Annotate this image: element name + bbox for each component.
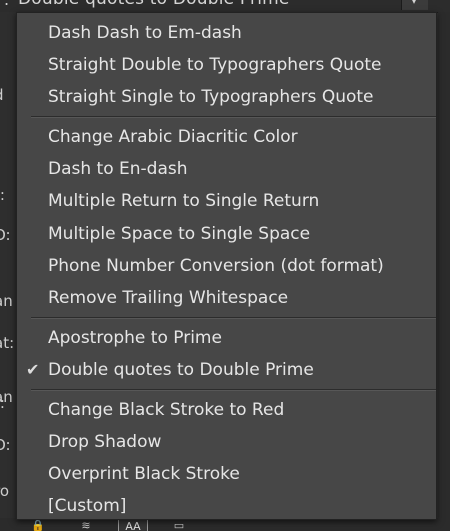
menu-separator <box>31 389 436 391</box>
menu-item[interactable]: Dash to En-dash <box>17 153 436 185</box>
menu-item[interactable]: Multiple Return to Single Return <box>17 185 436 217</box>
menu-item-label: Multiple Space to Single Space <box>48 224 311 244</box>
menu-item-selected[interactable]: ✔ Double quotes to Double Prime <box>17 354 436 386</box>
menu-item-label: Double quotes to Double Prime <box>48 360 314 380</box>
menu-item[interactable]: Remove Trailing Whitespace <box>17 282 436 314</box>
background-label: ro <box>0 482 10 500</box>
menu-item-label: Drop Shadow <box>48 432 162 452</box>
menu-separator <box>31 116 436 118</box>
menu-item[interactable]: Drop Shadow <box>17 426 436 458</box>
menu-item[interactable]: Dash Dash to Em-dash <box>17 17 436 49</box>
menu-item[interactable]: Multiple Space to Single Space <box>17 218 436 250</box>
background-label: at: <box>0 334 15 352</box>
menu-item-label: Dash Dash to Em-dash <box>48 23 242 43</box>
menu-separator <box>31 317 436 319</box>
menu-item[interactable]: Phone Number Conversion (dot format) <box>17 250 436 282</box>
menu-item[interactable]: Overprint Black Stroke <box>17 458 436 490</box>
menu-item-label: [Custom] <box>48 496 127 516</box>
background-label: O: <box>0 226 11 244</box>
background-label: t: <box>0 394 5 412</box>
menu-item[interactable]: Change Black Stroke to Red <box>17 394 436 426</box>
saved-query-dropdown-menu: Dash Dash to Em-dash Straight Double to … <box>16 12 437 520</box>
app-window: . Double quotes to Double Prime ▾ d t: O… <box>0 0 450 531</box>
menu-item[interactable]: Apostrophe to Prime <box>17 322 436 354</box>
menu-item[interactable]: Change Arabic Diacritic Color <box>17 121 436 153</box>
background-label: t: <box>0 186 5 204</box>
menu-item[interactable]: [Custom] <box>17 490 436 522</box>
menu-item-label: Remove Trailing Whitespace <box>48 288 289 308</box>
menu-item-label: Dash to En-dash <box>48 159 188 179</box>
background-panel-right <box>438 12 450 531</box>
background-label: an <box>0 292 13 310</box>
menu-item-label: Change Black Stroke to Red <box>48 400 285 420</box>
menu-item-label: Change Arabic Diacritic Color <box>48 127 298 147</box>
query-select-value: Double quotes to Double Prime <box>18 0 290 9</box>
menu-item[interactable]: Straight Single to Typographers Quote <box>17 81 436 113</box>
query-select-caret-button[interactable]: ▾ <box>401 0 428 10</box>
background-label: d <box>0 86 4 104</box>
menu-item-label: Overprint Black Stroke <box>48 464 240 484</box>
background-label: O: <box>0 436 11 454</box>
menu-item-label: Apostrophe to Prime <box>48 328 222 348</box>
background-panel-left: d t: O: an at: an t: O: ro <box>0 12 16 531</box>
menu-item[interactable]: Straight Double to Typographers Quote <box>17 49 436 81</box>
checkmark-icon: ✔ <box>26 360 40 379</box>
menu-item-label: Straight Single to Typographers Quote <box>48 87 374 107</box>
menu-item-label: Phone Number Conversion (dot format) <box>48 256 384 276</box>
chevron-down-icon: ▾ <box>411 0 418 7</box>
top-left-fragment: . <box>4 0 9 9</box>
menu-item-label: Multiple Return to Single Return <box>48 191 320 211</box>
menu-item-label: Straight Double to Typographers Quote <box>48 55 382 75</box>
